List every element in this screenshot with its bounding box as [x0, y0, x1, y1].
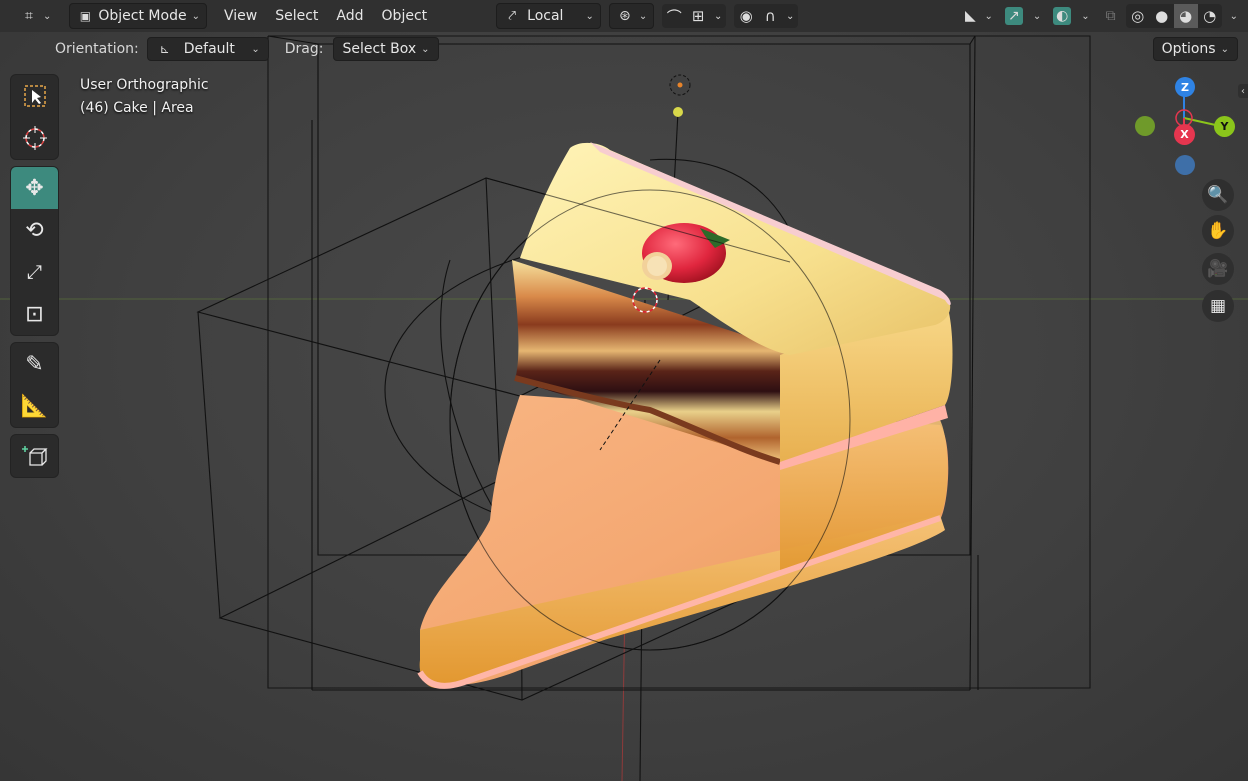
overlay-icon: ◐ — [1053, 7, 1072, 25]
options-label: Options — [1161, 41, 1216, 57]
falloff-icon[interactable]: ∩ — [758, 4, 782, 28]
rotate-icon: ⟲ — [25, 217, 44, 243]
orientation-icon: ⤤ — [508, 8, 517, 24]
chevron-down-icon: ⌄ — [984, 10, 993, 22]
chevron-down-icon: ⌄ — [638, 10, 648, 22]
shading-group: ◎ ● ◕ ◔ — [1125, 4, 1222, 28]
chevron-down-icon[interactable]: ⌄ — [710, 4, 726, 28]
material-preview-shading-icon[interactable]: ◕ — [1173, 4, 1198, 28]
chevron-down-icon: ⌄ — [1081, 10, 1090, 22]
snap-increment-icon[interactable]: ⊞ — [686, 4, 710, 28]
measure-icon: 📐 — [20, 393, 49, 419]
annotate-icon: ✎ — [25, 351, 44, 377]
menu-view[interactable]: View — [215, 4, 266, 28]
tool-group-add — [10, 434, 59, 478]
add-cube-icon — [21, 446, 48, 466]
move-icon: ✥ — [25, 175, 44, 201]
proportional-editing-icon[interactable]: ◉ — [734, 4, 758, 28]
chevron-down-icon: ⌄ — [251, 43, 260, 55]
chevron-down-icon: ⌄ — [421, 43, 430, 55]
snap-icon[interactable]: ⌒ — [662, 4, 686, 28]
chevron-down-icon: ⌄ — [585, 10, 594, 22]
chevron-down-icon: ⌄ — [43, 10, 52, 22]
gizmo-toggle[interactable]: ↗ ⌄ — [999, 4, 1047, 28]
scale-tool[interactable]: ⤢ — [11, 251, 58, 293]
pivot-icon: ⊛ — [618, 8, 631, 24]
gizmo-y-axis[interactable]: Y — [1214, 116, 1235, 137]
zoom-icon: 🔍 — [1207, 185, 1229, 205]
rotate-tool[interactable]: ⟲ — [11, 209, 58, 251]
viewport-header: ⌗ ⌄ ▣ Object Mode ⌄ View Select Add Objec… — [0, 0, 1248, 32]
pivot-point-dropdown[interactable]: ⊛ ⌄ — [608, 3, 655, 29]
xray-toggle[interactable]: ⧉ — [1096, 4, 1126, 28]
select-box-icon — [23, 85, 46, 107]
options-dropdown[interactable]: Options ⌄ — [1152, 37, 1238, 61]
transform-orientation-dropdown[interactable]: ⤤ Local ⌄ — [496, 3, 601, 29]
orientation-dropdown[interactable]: ⊾ Default ⌄ — [146, 37, 269, 61]
drag-label: Drag: — [284, 41, 324, 57]
chevron-down-icon: ⌄ — [1220, 43, 1229, 55]
3d-viewport[interactable]: ⌗ ⌄ ▣ Object Mode ⌄ View Select Add Objec… — [0, 0, 1248, 781]
gizmo-neg-z-axis[interactable] — [1175, 155, 1195, 175]
rendered-shading-icon[interactable]: ◔ — [1198, 4, 1222, 28]
chevron-down-icon: ⌄ — [1032, 10, 1042, 22]
perspective-toggle-button[interactable]: ▦ — [1202, 290, 1234, 322]
editor-type-button[interactable]: ⌗ ⌄ — [14, 4, 57, 28]
overlay-toggle[interactable]: ◐ ⌄ — [1047, 4, 1095, 28]
gizmo-z-axis[interactable]: Z — [1175, 77, 1195, 97]
tool-group-select — [10, 74, 59, 160]
add-cube-tool[interactable] — [11, 435, 58, 477]
camera-view-button[interactable]: 🎥 — [1202, 253, 1234, 285]
mode-label: Object Mode — [98, 8, 187, 24]
sidebar-expand-arrow-icon[interactable]: ‹ — [1238, 84, 1248, 98]
shading-options-dropdown[interactable]: ⌄ — [1226, 4, 1242, 28]
solid-shading-icon[interactable]: ● — [1150, 4, 1174, 28]
orientation-label: Orientation: — [55, 41, 139, 57]
xray-icon: ⧉ — [1105, 8, 1116, 24]
camera-icon: 🎥 — [1207, 259, 1229, 279]
transform-icon: ⊡ — [25, 301, 44, 327]
tool-shelf: ✥ ⟲ ⤢ ⊡ ✎ 📐 — [10, 74, 59, 484]
scale-icon: ⤢ — [26, 261, 43, 283]
object-mode-icon: ▣ — [79, 9, 92, 23]
select-box-tool[interactable] — [11, 75, 58, 117]
snap-group: ⌒ ⊞ ⌄ — [662, 4, 727, 28]
cursor-icon — [22, 126, 47, 150]
view-name: User Orthographic — [80, 77, 209, 93]
chevron-down-icon: ⌄ — [1229, 10, 1238, 22]
editor-type-icon: ⌗ — [25, 8, 33, 24]
transform-tool[interactable]: ⊡ — [11, 293, 58, 335]
gizmo-neg-y-axis[interactable] — [1135, 116, 1155, 136]
tool-group-transform: ✥ ⟲ ⤢ ⊡ — [10, 166, 59, 336]
drag-value: Select Box — [342, 41, 417, 57]
cursor-tool[interactable] — [11, 117, 58, 159]
visibility-icon: ◣ — [965, 8, 976, 24]
menu-object[interactable]: Object — [373, 4, 437, 28]
transform-orientation-label: Local — [527, 8, 564, 24]
annotate-tool[interactable]: ✎ — [11, 343, 58, 385]
hand-pan-icon: ✋ — [1207, 221, 1229, 241]
move-tool[interactable]: ✥ — [11, 167, 58, 209]
measure-tool[interactable]: 📐 — [11, 385, 58, 427]
menu-select[interactable]: Select — [266, 4, 327, 28]
object-info: (46) Cake | Area — [80, 100, 194, 116]
gizmo-x-axis[interactable]: X — [1174, 124, 1195, 145]
tool-group-annotate: ✎ 📐 — [10, 342, 59, 428]
drag-dropdown[interactable]: Select Box ⌄ — [333, 37, 439, 61]
menu-add[interactable]: Add — [327, 4, 372, 28]
orientation-value: Default — [183, 41, 235, 57]
wireframe-shading-icon[interactable]: ◎ — [1126, 4, 1150, 28]
tool-settings-bar: Orientation: ⊾ Default ⌄ Drag: Select Bo… — [0, 32, 1248, 66]
grid-icon: ▦ — [1209, 296, 1227, 316]
chevron-down-icon: ⌄ — [191, 10, 200, 22]
mode-dropdown[interactable]: ▣ Object Mode ⌄ — [69, 3, 207, 29]
chevron-down-icon[interactable]: ⌄ — [782, 4, 798, 28]
proportional-group: ◉ ∩ ⌄ — [734, 4, 799, 28]
orientation-axes-icon: ⊾ — [159, 42, 170, 56]
pan-button[interactable]: ✋ — [1202, 215, 1234, 247]
viewport-info: User Orthographic (46) Cake | Area — [80, 74, 209, 120]
gizmo-icon: ↗ — [1004, 7, 1023, 25]
visibility-dropdown[interactable]: ◣ ⌄ — [955, 4, 998, 28]
zoom-button[interactable]: 🔍 — [1202, 179, 1234, 211]
